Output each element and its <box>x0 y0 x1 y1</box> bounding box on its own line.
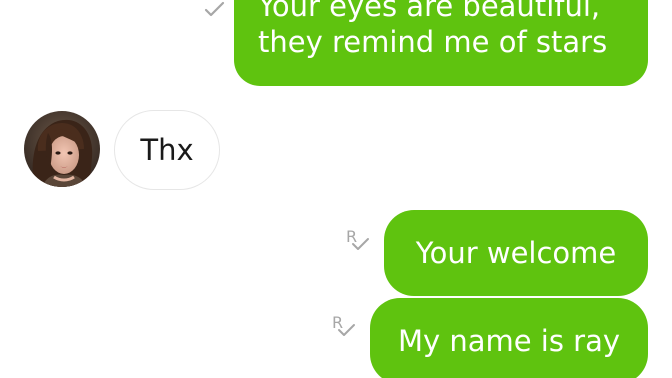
message-text: My name is ray <box>397 324 621 358</box>
message-text: Thx <box>140 133 194 167</box>
message-text-line: they remind me of stars <box>258 25 608 59</box>
read-receipt-icon <box>198 0 226 18</box>
read-receipt-icon: R <box>330 314 358 342</box>
message-text: Your welcome <box>415 236 617 270</box>
chat-thread: Your eyes are beautiful, they remind me … <box>0 0 672 378</box>
profile-photo-icon <box>24 111 100 187</box>
message-text-line: Your eyes are beautiful, <box>258 0 601 23</box>
avatar[interactable] <box>24 111 100 187</box>
message-bubble-outgoing[interactable]: Your eyes are beautiful, they remind me … <box>234 0 648 86</box>
read-receipt-icon: R <box>344 228 372 256</box>
message-bubble-outgoing[interactable]: Your welcome <box>384 210 648 296</box>
message-bubble-outgoing[interactable]: My name is ray <box>370 298 648 378</box>
message-bubble-incoming[interactable]: Thx <box>114 110 220 190</box>
